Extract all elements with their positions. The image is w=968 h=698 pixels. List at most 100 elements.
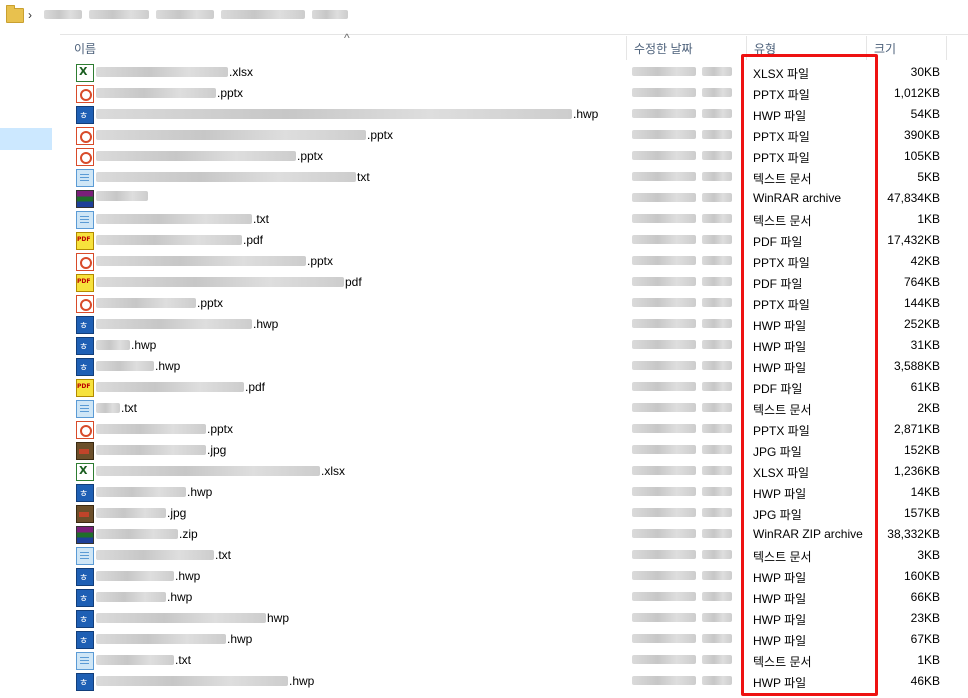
txt-icon bbox=[76, 211, 94, 229]
file-extension: .xlsx bbox=[229, 65, 253, 79]
table-row[interactable]: .hwp HWP 파일 54KB bbox=[60, 104, 968, 125]
table-row[interactable]: .pptx PPTX 파일 390KB bbox=[60, 125, 968, 146]
file-name[interactable]: .xlsx bbox=[96, 65, 253, 79]
hwp-icon bbox=[76, 568, 94, 586]
file-size: 252KB bbox=[903, 317, 940, 331]
modified-date bbox=[632, 277, 732, 286]
file-name[interactable]: .hwp bbox=[96, 590, 192, 604]
file-name[interactable]: .pptx bbox=[96, 296, 223, 310]
file-name[interactable]: .pdf bbox=[96, 233, 263, 247]
column-modified[interactable]: 수정한 날짜 bbox=[634, 40, 693, 57]
file-name[interactable]: .jpg bbox=[96, 443, 226, 457]
file-extension: .hwp bbox=[573, 107, 599, 121]
redacted-text bbox=[632, 424, 696, 433]
file-type: HWP 파일 bbox=[753, 109, 807, 123]
file-name[interactable]: .pptx bbox=[96, 254, 333, 268]
chevron-right-icon[interactable]: › bbox=[28, 8, 32, 22]
file-name[interactable]: .hwp bbox=[96, 632, 252, 646]
column-type[interactable]: 유형 bbox=[754, 40, 776, 57]
table-row[interactable]: .pdf PDF 파일 17,432KB bbox=[60, 230, 968, 251]
redacted-text bbox=[96, 130, 366, 140]
table-row[interactable]: .hwp HWP 파일 3,588KB bbox=[60, 356, 968, 377]
column-name[interactable]: 이름 bbox=[74, 40, 96, 57]
table-row[interactable]: .pdf PDF 파일 61KB bbox=[60, 377, 968, 398]
table-row[interactable]: .txt 텍스트 문서 1KB bbox=[60, 209, 968, 230]
table-row[interactable]: txt 텍스트 문서 5KB bbox=[60, 167, 968, 188]
file-size: 390KB bbox=[903, 128, 940, 142]
file-name[interactable]: .hwp bbox=[96, 359, 180, 373]
redacted-text bbox=[702, 130, 732, 139]
table-row[interactable]: .pptx PPTX 파일 42KB bbox=[60, 251, 968, 272]
table-row[interactable]: .hwp HWP 파일 31KB bbox=[60, 335, 968, 356]
file-name[interactable]: .hwp bbox=[96, 674, 314, 688]
breadcrumb[interactable] bbox=[44, 10, 348, 19]
table-row[interactable]: .pptx PPTX 파일 105KB bbox=[60, 146, 968, 167]
file-type: PDF 파일 bbox=[753, 235, 803, 249]
file-name[interactable] bbox=[96, 191, 149, 201]
table-row[interactable]: WinRAR archive 47,834KB bbox=[60, 188, 968, 209]
table-row[interactable]: .txt 텍스트 문서 2KB bbox=[60, 398, 968, 419]
table-row[interactable]: .jpg JPG 파일 152KB bbox=[60, 440, 968, 461]
file-name[interactable]: .jpg bbox=[96, 506, 186, 520]
file-extension: .pptx bbox=[297, 149, 324, 163]
table-row[interactable]: .hwp HWP 파일 46KB bbox=[60, 671, 968, 692]
file-name[interactable]: .txt bbox=[96, 401, 137, 415]
column-divider[interactable] bbox=[626, 36, 627, 60]
file-name[interactable]: txt bbox=[96, 170, 370, 184]
file-size: 1,236KB bbox=[893, 464, 940, 478]
file-name[interactable]: .txt bbox=[96, 212, 269, 226]
pdf-icon bbox=[76, 379, 94, 397]
table-row[interactable]: pdf PDF 파일 764KB bbox=[60, 272, 968, 293]
table-row[interactable]: .pptx PPTX 파일 2,871KB bbox=[60, 419, 968, 440]
redacted-text bbox=[96, 67, 228, 77]
file-name[interactable]: .txt bbox=[96, 653, 191, 667]
file-name[interactable]: .hwp bbox=[96, 338, 156, 352]
table-row[interactable]: .hwp HWP 파일 66KB bbox=[60, 587, 968, 608]
table-row[interactable]: .xlsx XLSX 파일 1,236KB bbox=[60, 461, 968, 482]
redacted-text bbox=[96, 487, 186, 497]
table-row[interactable]: hwp HWP 파일 23KB bbox=[60, 608, 968, 629]
table-row[interactable]: .zip WinRAR ZIP archive 38,332KB bbox=[60, 524, 968, 545]
file-name[interactable]: .pptx bbox=[96, 128, 393, 142]
file-name[interactable]: hwp bbox=[96, 611, 289, 625]
modified-date bbox=[632, 466, 732, 475]
table-row[interactable]: .hwp HWP 파일 252KB bbox=[60, 314, 968, 335]
table-row[interactable]: .hwp HWP 파일 67KB bbox=[60, 629, 968, 650]
file-type: PPTX 파일 bbox=[753, 88, 810, 102]
column-divider[interactable] bbox=[746, 36, 747, 60]
modified-date bbox=[632, 613, 732, 622]
file-name[interactable]: .hwp bbox=[96, 485, 212, 499]
file-name[interactable]: .hwp bbox=[96, 569, 200, 583]
column-size[interactable]: 크기 bbox=[874, 40, 896, 57]
file-name[interactable]: .pdf bbox=[96, 380, 265, 394]
nav-selected-item[interactable] bbox=[0, 128, 52, 150]
file-name[interactable]: .hwp bbox=[96, 317, 278, 331]
table-row[interactable]: .pptx PPTX 파일 144KB bbox=[60, 293, 968, 314]
file-name[interactable]: pdf bbox=[96, 275, 362, 289]
table-row[interactable]: .txt 텍스트 문서 1KB bbox=[60, 650, 968, 671]
table-row[interactable]: .hwp HWP 파일 14KB bbox=[60, 482, 968, 503]
address-bar[interactable]: › bbox=[0, 0, 968, 35]
redacted-text bbox=[702, 445, 732, 454]
xlsx-icon bbox=[76, 64, 94, 82]
table-row[interactable]: .hwp HWP 파일 160KB bbox=[60, 566, 968, 587]
file-name[interactable]: .pptx bbox=[96, 422, 233, 436]
file-name[interactable]: .txt bbox=[96, 548, 231, 562]
table-row[interactable]: .pptx PPTX 파일 1,012KB bbox=[60, 83, 968, 104]
redacted-text bbox=[96, 361, 154, 371]
file-size: 1KB bbox=[917, 653, 940, 667]
modified-date bbox=[632, 172, 732, 181]
file-name[interactable]: .xlsx bbox=[96, 464, 345, 478]
modified-date bbox=[632, 382, 732, 391]
redacted-text bbox=[632, 151, 696, 160]
table-row[interactable]: .xlsx XLSX 파일 30KB bbox=[60, 62, 968, 83]
file-name[interactable]: .zip bbox=[96, 527, 198, 541]
file-name[interactable]: .pptx bbox=[96, 149, 323, 163]
table-row[interactable]: .txt 텍스트 문서 3KB bbox=[60, 545, 968, 566]
file-name[interactable]: .hwp bbox=[96, 107, 598, 121]
table-row[interactable]: .jpg JPG 파일 157KB bbox=[60, 503, 968, 524]
file-name[interactable]: .pptx bbox=[96, 86, 243, 100]
file-type: HWP 파일 bbox=[753, 361, 807, 375]
column-divider[interactable] bbox=[866, 36, 867, 60]
column-divider[interactable] bbox=[946, 36, 947, 60]
